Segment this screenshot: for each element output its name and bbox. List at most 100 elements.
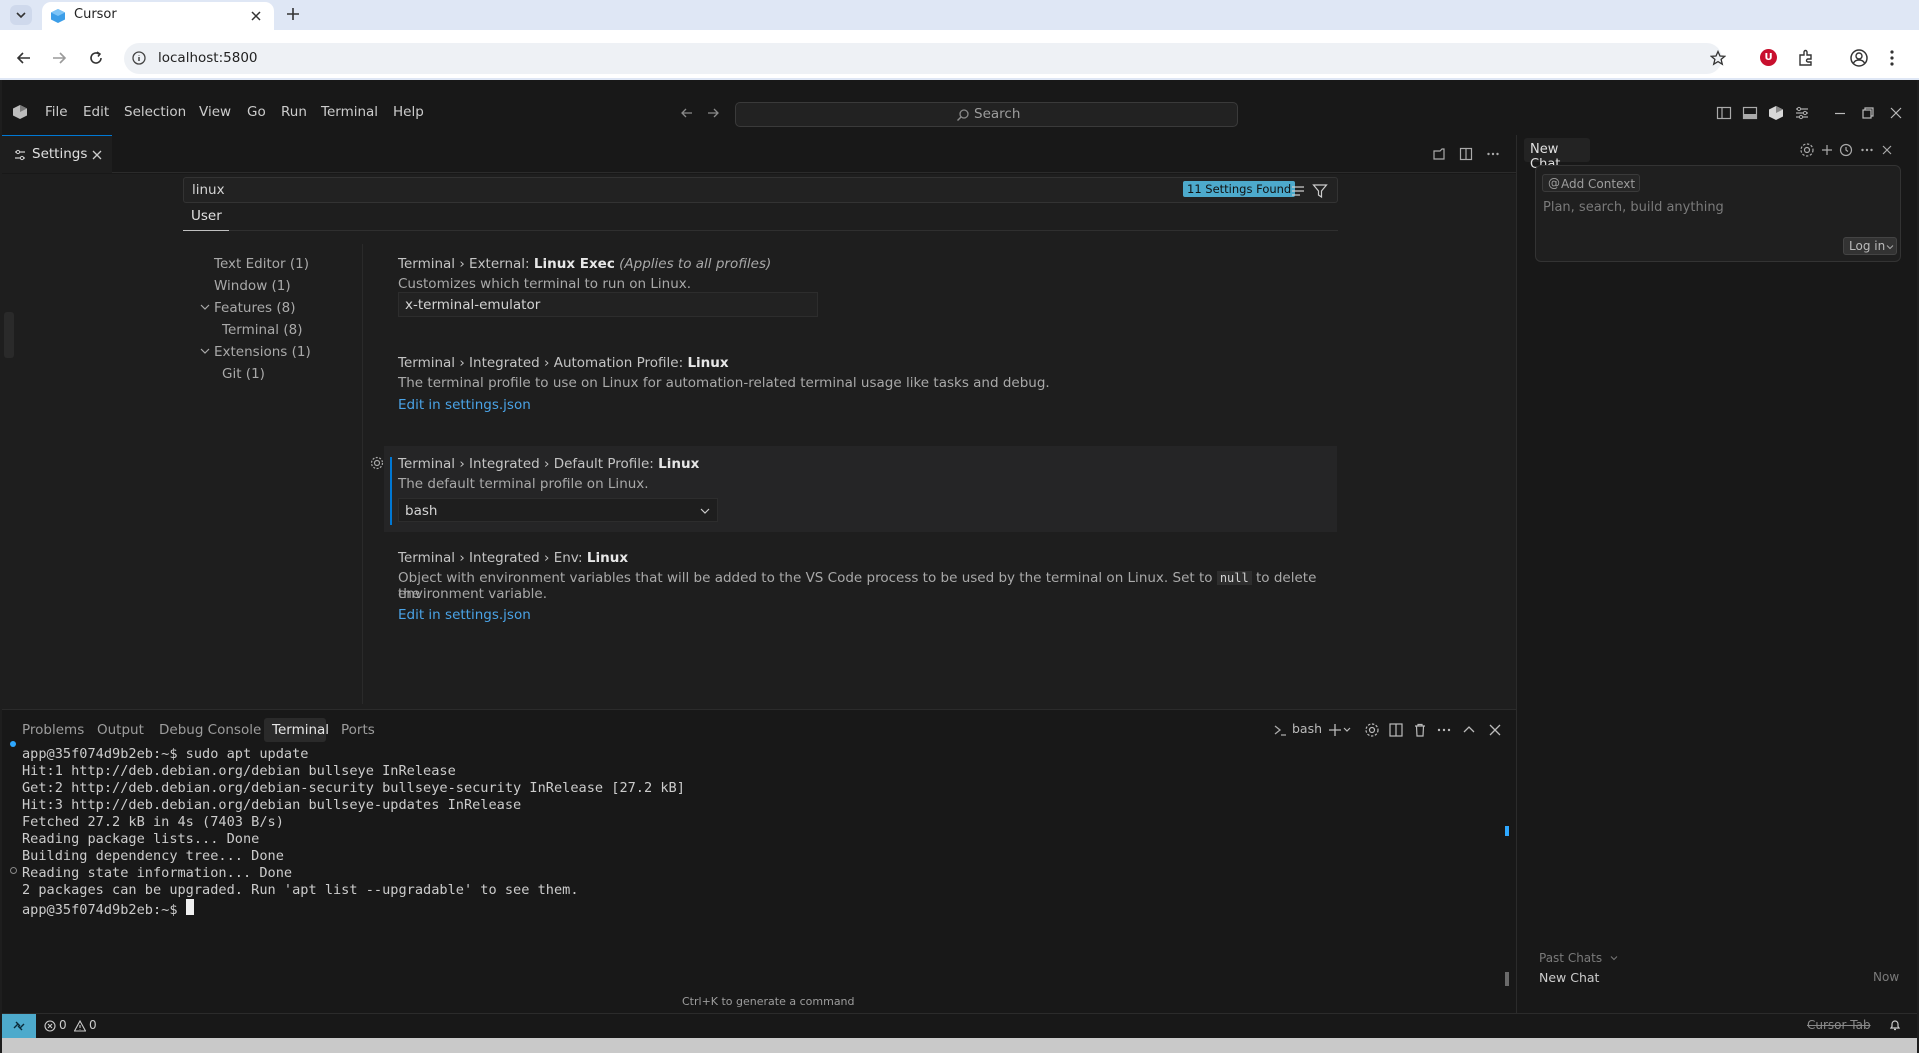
menu-file[interactable]: File xyxy=(45,104,68,120)
terminal-shell-name[interactable]: bash xyxy=(1292,721,1322,736)
back-icon[interactable] xyxy=(16,50,32,66)
extensions-puzzle-icon[interactable] xyxy=(1797,49,1815,67)
tab-settings[interactable]: Settings xyxy=(2,135,112,173)
notifications-bell-icon[interactable] xyxy=(1888,1018,1902,1032)
new-tab-icon[interactable] xyxy=(286,7,300,21)
chevron-down-icon xyxy=(16,12,26,19)
close-icon[interactable] xyxy=(250,10,262,22)
bottom-panel: Problems Output Debug Console Terminal P… xyxy=(2,709,1516,1013)
edit-settings-json-link[interactable]: Edit in settings.json xyxy=(398,397,531,413)
toc-text-editor[interactable]: Text Editor (1) xyxy=(214,256,309,272)
tab-user[interactable]: User xyxy=(183,202,229,231)
terminal-settings-gear-icon[interactable] xyxy=(1364,722,1380,738)
customize-layout-icon[interactable] xyxy=(1794,105,1810,121)
site-info-icon[interactable] xyxy=(132,51,146,65)
setting-description: Customizes which terminal to run on Linu… xyxy=(398,276,692,292)
tab-ports[interactable]: Ports xyxy=(341,722,375,738)
more-actions-icon[interactable] xyxy=(1486,147,1500,161)
tab-close-icon[interactable] xyxy=(92,150,102,160)
menu-run[interactable]: Run xyxy=(281,104,307,120)
address-bar[interactable]: localhost:5800 xyxy=(124,43,1726,74)
terminal-prompt: app@35f074d9b2eb:~$ xyxy=(22,902,186,918)
split-terminal-icon[interactable] xyxy=(1388,722,1404,738)
menu-go[interactable]: Go xyxy=(247,104,266,120)
extension-ublock-icon[interactable]: U xyxy=(1760,49,1777,66)
browser-menu-icon[interactable] xyxy=(1886,48,1898,68)
tab-debug-console[interactable]: Debug Console xyxy=(159,722,261,738)
open-settings-json-icon[interactable] xyxy=(1432,147,1446,161)
login-button[interactable]: Log in xyxy=(1843,237,1897,255)
history-icon[interactable] xyxy=(1839,143,1853,157)
chevron-down-icon[interactable] xyxy=(199,345,211,357)
cursor-logo-icon xyxy=(51,9,65,23)
tab-problems[interactable]: Problems xyxy=(22,722,84,738)
clear-filter-icon[interactable] xyxy=(1290,183,1306,199)
at-icon: @ xyxy=(1548,176,1560,190)
nav-forward-icon[interactable] xyxy=(706,106,720,120)
remote-indicator[interactable] xyxy=(2,1014,36,1038)
menu-view[interactable]: View xyxy=(199,104,231,120)
filter-icon[interactable] xyxy=(1312,183,1328,199)
past-chats-header[interactable]: Past Chats xyxy=(1539,947,1618,966)
chat-input-box[interactable]: @ Add Context Plan, search, build anythi… xyxy=(1535,165,1901,262)
add-context-button[interactable]: @ Add Context xyxy=(1542,174,1640,192)
toc-features[interactable]: Features (8) xyxy=(214,300,295,316)
toc-window[interactable]: Window (1) xyxy=(214,278,291,294)
trash-icon[interactable] xyxy=(1412,722,1428,738)
default-profile-select[interactable]: bash xyxy=(398,498,718,522)
tab-list-button[interactable] xyxy=(10,5,32,25)
nav-back-icon[interactable] xyxy=(680,106,694,120)
new-terminal-icon[interactable] xyxy=(1328,722,1352,738)
linux-exec-input[interactable]: x-terminal-emulator xyxy=(398,292,818,317)
tab-output[interactable]: Output xyxy=(97,722,144,738)
new-chat-plus-icon[interactable] xyxy=(1820,143,1834,157)
warning-count: 0 xyxy=(89,1018,97,1032)
browser-tab[interactable]: Cursor xyxy=(42,2,274,30)
chat-history-item[interactable]: New Chat Now xyxy=(1527,967,1907,989)
bookmark-star-icon[interactable] xyxy=(1710,50,1726,66)
toggle-sidebar-icon[interactable] xyxy=(1716,105,1732,121)
profile-icon[interactable] xyxy=(1849,48,1869,68)
terminal-cursor xyxy=(185,899,194,915)
setting-default-profile: Terminal › Integrated › Default Profile:… xyxy=(370,446,1337,532)
more-actions-icon[interactable] xyxy=(1436,722,1452,738)
maximize-panel-icon[interactable] xyxy=(1461,722,1477,738)
close-panel-icon[interactable] xyxy=(1487,722,1503,738)
window-close-icon[interactable] xyxy=(1888,105,1904,121)
chat-tab[interactable]: New Chat xyxy=(1524,138,1590,172)
tab-terminal[interactable]: Terminal xyxy=(264,718,329,742)
toc-terminal[interactable]: Terminal (8) xyxy=(222,322,302,338)
restore-icon[interactable] xyxy=(1860,105,1876,121)
menu-edit[interactable]: Edit xyxy=(83,104,109,120)
menu-selection[interactable]: Selection xyxy=(124,104,186,120)
toc-extensions[interactable]: Extensions (1) xyxy=(214,344,311,360)
chevron-down-icon[interactable] xyxy=(199,301,211,313)
sidebar-sash[interactable] xyxy=(4,312,14,358)
settings-search-input[interactable]: linux 11 Settings Found xyxy=(183,177,1338,203)
gear-icon[interactable] xyxy=(370,456,384,470)
cursor-tab-status[interactable]: Cursor Tab xyxy=(1807,1018,1871,1032)
error-icon xyxy=(44,1020,56,1032)
toc-git[interactable]: Git (1) xyxy=(222,366,265,382)
more-actions-icon[interactable] xyxy=(1860,143,1874,157)
cursor-agent-icon[interactable] xyxy=(1768,105,1784,121)
chevron-down-icon xyxy=(1886,245,1894,250)
setting-title: Terminal › External: Linux Exec (Applies… xyxy=(398,256,772,272)
command-center-search[interactable]: Search xyxy=(735,102,1238,127)
terminal-output[interactable]: app@35f074d9b2eb:~$ sudo apt update Hit:… xyxy=(22,746,685,918)
chat-history-title: New Chat xyxy=(1539,970,1600,985)
command-success-marker xyxy=(10,741,16,747)
menu-terminal[interactable]: Terminal xyxy=(321,104,378,120)
minimize-icon[interactable] xyxy=(1832,105,1848,121)
edit-settings-json-link[interactable]: Edit in settings.json xyxy=(398,607,531,623)
default-profile-value: bash xyxy=(405,503,438,519)
terminal-line: Get:2 http://deb.debian.org/debian-secur… xyxy=(22,780,685,796)
split-editor-icon[interactable] xyxy=(1459,147,1473,161)
chat-settings-gear-icon[interactable] xyxy=(1799,142,1815,158)
close-chat-icon[interactable] xyxy=(1881,144,1893,156)
menu-help[interactable]: Help xyxy=(393,104,424,120)
reload-icon[interactable] xyxy=(88,50,104,66)
forward-icon[interactable] xyxy=(51,50,67,66)
toggle-panel-icon[interactable] xyxy=(1742,105,1758,121)
setting-env-linux: Terminal › Integrated › Env: Linux Objec… xyxy=(382,544,1332,634)
